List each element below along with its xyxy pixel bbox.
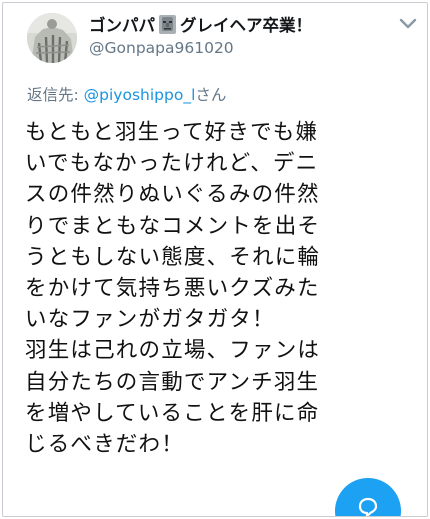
display-name-text: ゴンパパ [89, 16, 155, 35]
tweet-text-line: りでまともなコメントを出そ [25, 213, 321, 239]
reply-prefix: 返信先: [27, 86, 84, 104]
tweet-text-line: を増やしていることを肝に命 [25, 400, 320, 426]
avatar-image [27, 13, 77, 63]
chevron-down-icon[interactable] [396, 15, 420, 33]
reply-to-link[interactable]: @piyoshippo_l [84, 86, 196, 104]
moai-emoji-icon [159, 14, 176, 34]
tweet-text-line: 自分たちの言動でアンチ羽生 [25, 369, 320, 395]
tweet-text-line: じるべきだわ！ [25, 432, 184, 458]
tweet-text-line: いなファンがガタガタ！ [25, 307, 275, 333]
reply-context: 返信先: @piyoshippo_lさん [27, 83, 226, 105]
compose-button[interactable] [335, 478, 401, 516]
display-name[interactable]: ゴンパパ グレイヘア卒業！ [89, 13, 312, 35]
tweet-text-line: をかけて気持ち悪いクズみた [25, 276, 320, 302]
avatar[interactable] [27, 13, 77, 63]
tweet-text-line: うともしない態度、それに輪 [25, 244, 321, 270]
tweet-text-line: スの件然りぬいぐるみの件然 [25, 182, 320, 208]
tweet-text-line: いでもなかったけれど、デニ [25, 151, 319, 177]
tweet-text-line: 羽生は己れの立場、ファンは [25, 338, 321, 364]
reply-suffix: さん [195, 86, 227, 104]
display-name-suffix: グレイヘア卒業！ [180, 16, 312, 35]
user-handle[interactable]: @Gonpapa961020 [89, 39, 234, 57]
compose-reply-icon [358, 497, 378, 516]
tweet-text: もともと羽生って好きでも嫌 いでもなかったけれど、デニ スの件然りぬいぐるみの件… [25, 117, 405, 460]
tweet-text-line: もともと羽生って好きでも嫌 [25, 120, 319, 145]
tweet-card: ゴンパパ グレイヘア卒業！ @Gonpapa961020 返信先: @piyos… [2, 2, 428, 517]
